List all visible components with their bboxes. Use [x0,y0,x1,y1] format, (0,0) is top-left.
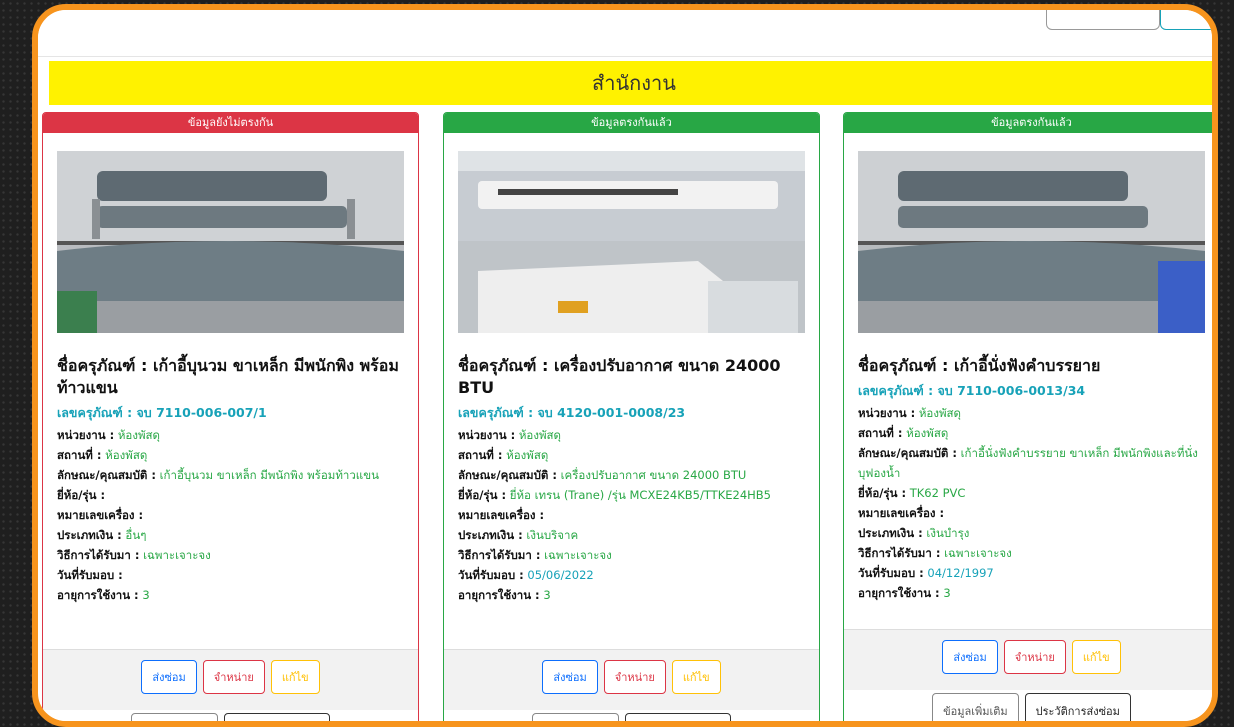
asset-photo [57,151,404,333]
edit-button[interactable]: แก้ไข [270,660,320,694]
department-row: หน่วยงาน : ห้องพัสดุ [458,428,562,442]
acquisition-row: วิธีการได้รับมา : เฉพาะเจาะจง [458,548,612,562]
brand-row: ยี่ห้อ/รุ่น : TK62 PVC [858,486,966,500]
lifetime-row: อายุการใช้งาน : 3 [57,588,150,602]
dispose-button[interactable]: จำหน่าย [603,660,666,694]
fund-row: ประเภทเงิน : เงินบริจาค [458,528,579,542]
screenshot-frame: สำนักงาน ข้อมูลยังไม่ตรงกัน ชื่อครุภัณฑ์… [32,4,1218,727]
asset-photo [858,151,1205,333]
brand-row: ยี่ห้อ/รุ่น : [57,488,106,502]
repair-history-button[interactable]: ประวัติการส่งซ่อม [223,713,330,721]
department-row: หน่วยงาน : ห้องพัสดุ [57,428,161,442]
attribute-row: ลักษณะ/คุณสมบัติ : เครื่องปรับอากาศ ขนาด… [458,468,747,482]
location-row: สถานที่ : ห้องพัสดุ [57,448,148,462]
acquisition-row: วิธีการได้รับมา : เฉพาะเจาะจง [858,546,1012,560]
lifetime-row: อายุการใช้งาน : 3 [458,588,551,602]
location-row: สถานที่ : ห้องพัสดุ [458,448,549,462]
card-actions: ส่งซ่อม จำหน่าย แก้ไข [43,649,418,710]
card-secondary-actions: ข้อมูลเพิ่มเติม ประวัติการส่งซ่อม [43,713,418,721]
attribute-row: ลักษณะ/คุณสมบัติ : เก้าอี้นั่งฟังคำบรรยา… [858,446,1198,480]
status-badge: ข้อมูลตรงกันแล้ว [444,113,819,133]
top-toolbar [38,10,1212,57]
status-badge: ข้อมูลยังไม่ตรงกัน [43,113,418,133]
status-badge: ข้อมูลตรงกันแล้ว [844,113,1212,133]
serial-row: หมายเลขเครื่อง : [57,508,144,522]
asset-card: ข้อมูลตรงกันแล้ว ชื่อครุภัณฑ์ : เก้าอี้น… [843,112,1212,721]
repair-button[interactable]: ส่งซ่อม [942,640,998,674]
department-row: หน่วยงาน : ห้องพัสดุ [858,406,962,420]
asset-code: เลขครุภัณฑ์ : จบ 7110-006-0013/34 [858,383,1086,398]
asset-code: เลขครุภัณฑ์ : จบ 4120-001-0008/23 [458,405,686,420]
brand-row: ยี่ห้อ/รุ่น : ยี่ห้อ เทรน (Trane) /รุ่น … [458,488,771,502]
serial-row: หมายเลขเครื่อง : [458,508,545,522]
asset-code: เลขครุภัณฑ์ : จบ 7110-006-007/1 [57,405,267,420]
received-date-row: วันที่รับมอบ : 05/06/2022 [458,568,594,582]
asset-card: ข้อมูลยังไม่ตรงกัน ชื่อครุภัณฑ์ : เก้าอี… [42,112,419,721]
page-title: สำนักงาน [49,61,1212,105]
asset-name: ชื่อครุภัณฑ์ : เครื่องปรับอากาศ ขนาด 240… [458,356,781,397]
more-info-button[interactable]: ข้อมูลเพิ่มเติม [932,693,1019,721]
location-row: สถานที่ : ห้องพัสดุ [858,426,949,440]
dispose-button[interactable]: จำหน่าย [1003,640,1066,674]
fund-row: ประเภทเงิน : เงินบำรุง [858,526,970,540]
repair-history-button[interactable]: ประวัติการส่งซ่อม [624,713,731,721]
fund-row: ประเภทเงิน : อื่นๆ [57,528,147,542]
card-actions: ส่งซ่อม จำหน่าย แก้ไข [844,629,1212,690]
repair-button[interactable]: ส่งซ่อม [141,660,197,694]
asset-name: ชื่อครุภัณฑ์ : เก้าอี้บุนวม ขาเหล็ก มีพน… [57,356,399,397]
card-secondary-actions: ข้อมูลเพิ่มเติม ประวัติการส่งซ่อม [444,713,819,721]
more-info-button[interactable]: ข้อมูลเพิ่มเติม [532,713,619,721]
card-secondary-actions: ข้อมูลเพิ่มเติม ประวัติการส่งซ่อม [844,693,1212,721]
top-button[interactable] [1046,10,1160,30]
asset-name: ชื่อครุภัณฑ์ : เก้าอี้นั่งฟังคำบรรยาย [858,356,1101,375]
repair-button[interactable]: ส่งซ่อม [542,660,598,694]
edit-button[interactable]: แก้ไข [671,660,721,694]
repair-history-button[interactable]: ประวัติการส่งซ่อม [1024,693,1131,721]
asset-card: ข้อมูลตรงกันแล้ว ชื่อครุภัณฑ์ : เครื่องป… [443,112,820,721]
attribute-row: ลักษณะ/คุณสมบัติ : เก้าอี้บุนวม ขาเหล็ก … [57,468,379,482]
serial-row: หมายเลขเครื่อง : [858,506,945,520]
more-info-button[interactable]: ข้อมูลเพิ่มเติม [131,713,218,721]
edit-button[interactable]: แก้ไข [1071,640,1121,674]
dispose-button[interactable]: จำหน่าย [202,660,265,694]
received-date-row: วันที่รับมอบ : 04/12/1997 [858,566,994,580]
lifetime-row: อายุการใช้งาน : 3 [858,586,951,600]
card-actions: ส่งซ่อม จำหน่าย แก้ไข [444,649,819,710]
asset-photo [458,151,805,333]
acquisition-row: วิธีการได้รับมา : เฉพาะเจาะจง [57,548,211,562]
received-date-row: วันที่รับมอบ : [57,568,123,582]
